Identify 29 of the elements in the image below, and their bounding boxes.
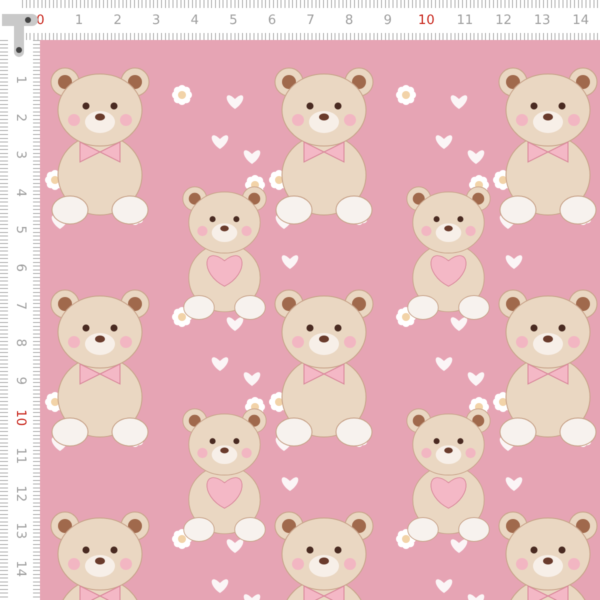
- ruler-number: 4: [190, 12, 200, 30]
- ruler-number: 11: [12, 446, 28, 466]
- ruler-number: 7: [305, 12, 316, 30]
- ruler-number: 2: [112, 12, 123, 30]
- ruler-number: 3: [151, 12, 162, 30]
- ruler-number: 12: [12, 484, 28, 504]
- ruler-number: 4: [12, 187, 28, 199]
- ruler-number: 7: [12, 300, 28, 312]
- ruler-number: 1: [12, 74, 28, 86]
- ruler-number: 13: [12, 522, 28, 542]
- ruler-number: 5: [12, 225, 28, 236]
- ruler-number: 9: [12, 375, 28, 387]
- ruler-number: 13: [532, 12, 552, 30]
- ruler-number: 5: [228, 12, 238, 30]
- ruler-number: 6: [12, 262, 28, 274]
- ruler-number: 3: [12, 150, 28, 162]
- ruler-number: 2: [12, 112, 28, 124]
- ruler-number: 14: [12, 559, 28, 579]
- ruler-number: 6: [266, 12, 278, 30]
- ruler-number: 8: [12, 338, 28, 350]
- ruler-number: 10: [12, 408, 28, 428]
- ruler-number: 12: [494, 12, 513, 30]
- ruler-number: 10: [417, 12, 436, 30]
- ruler-number: 0: [35, 12, 46, 30]
- ruler-number: 9: [382, 12, 393, 30]
- ruler-number: 1: [74, 12, 84, 30]
- ruler-number: 14: [571, 12, 590, 30]
- ruler-number: 8: [344, 12, 354, 30]
- ruler-number: 11: [456, 12, 474, 30]
